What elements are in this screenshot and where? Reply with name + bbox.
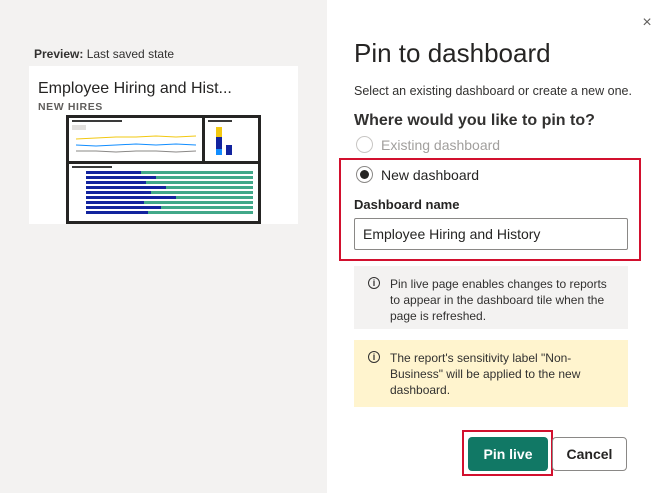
radio-button-unselected[interactable] [356,136,373,153]
dashboard-tile-preview: Employee Hiring and Hist... NEW HIRES [29,66,298,224]
report-thumbnail-image [66,115,261,224]
radio-button-selected[interactable] [356,166,373,183]
radio-label-new: New dashboard [381,166,480,183]
sensitivity-warning-text: The report's sensitivity label "Non-Busi… [390,351,581,397]
dashboard-name-label: Dashboard name [354,197,460,212]
sensitivity-warning-message: i The report's sensitivity label "Non-Bu… [354,340,628,407]
preview-caption: Preview: Last saved state [34,47,175,61]
pin-destination-question: Where would you like to pin to? [354,112,595,129]
pin-live-button[interactable]: Pin live [468,437,548,471]
tile-title: Employee Hiring and Hist... [38,80,232,97]
preview-panel: Preview: Last saved state Employee Hirin… [0,0,327,493]
close-icon[interactable]: × [640,15,654,31]
info-icon: i [368,351,380,363]
report-thumbnail [66,115,261,224]
pin-live-info-message: i Pin live page enables changes to repor… [354,266,628,329]
info-icon: i [368,277,380,289]
radio-existing-dashboard[interactable]: Existing dashboard [356,136,500,153]
dialog-description: Select an existing dashboard or create a… [354,84,632,98]
pin-live-info-text: Pin live page enables changes to reports… [390,277,607,323]
dialog-title: Pin to dashboard [354,38,551,68]
tile-subtitle: NEW HIRES [38,101,103,113]
radio-new-dashboard[interactable]: New dashboard [356,166,479,183]
radio-label-existing: Existing dashboard [381,136,501,153]
dashboard-name-input[interactable] [354,218,628,250]
cancel-button[interactable]: Cancel [552,437,627,471]
